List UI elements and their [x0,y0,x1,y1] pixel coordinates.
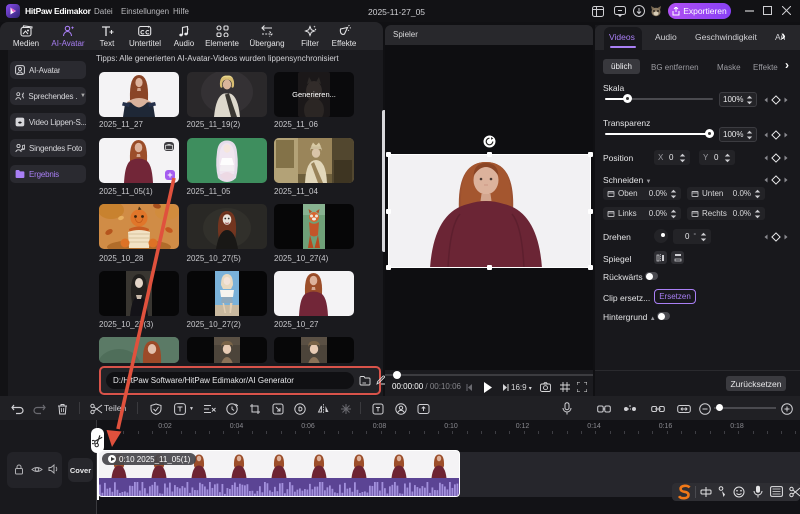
svg-text:Generieren...: Generieren... [292,90,336,99]
